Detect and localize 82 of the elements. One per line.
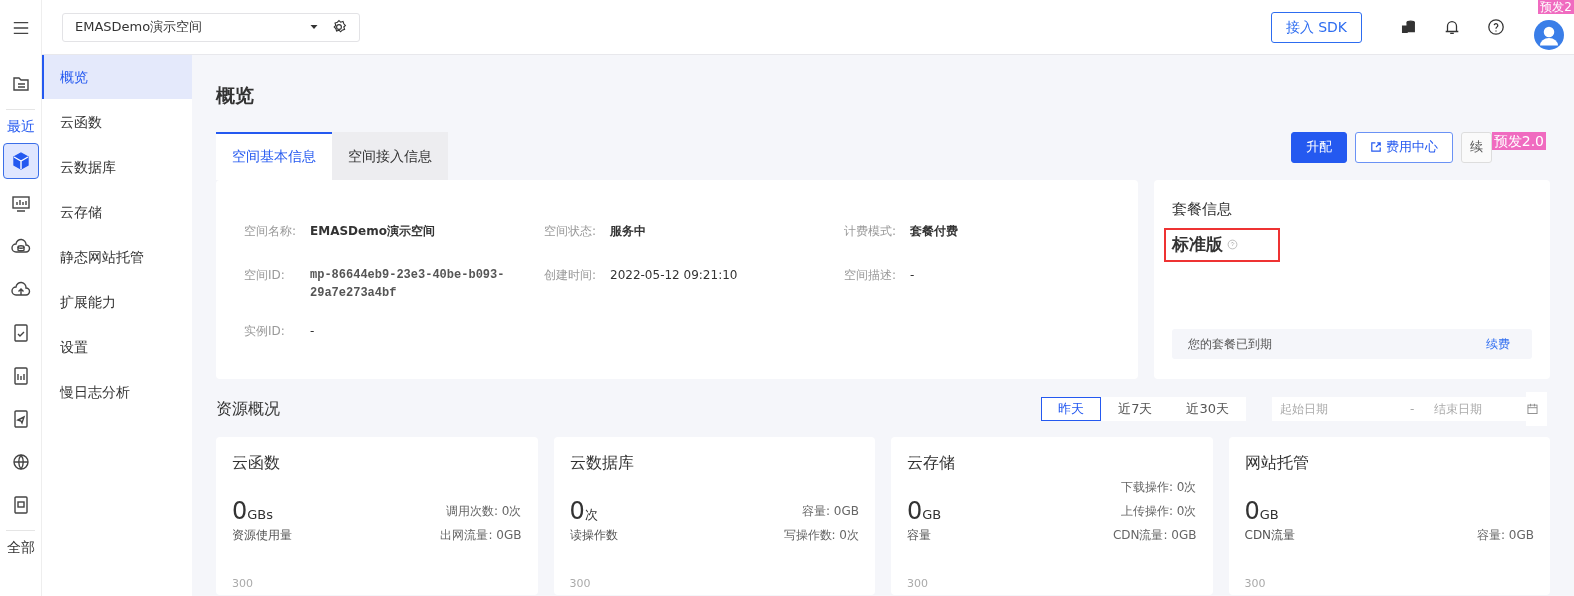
action-button[interactable]: 续 <box>1460 131 1492 163</box>
card-title: 云数据库 <box>569 451 635 474</box>
metric-value: 0GB <box>1244 498 1280 523</box>
settings-icon[interactable] <box>331 19 347 35</box>
range-button[interactable]: 近7天 <box>1101 396 1170 421</box>
field-value: 套餐付费 <box>910 222 959 240</box>
field-value: mp-86644eb9-23e3-40be-b093-29a7e273a4bf <box>310 266 506 302</box>
sidebar-item[interactable]: 云存储 <box>42 190 192 234</box>
renew-link[interactable]: 续费 <box>1486 334 1510 353</box>
sidebar-item[interactable]: 概览 <box>42 55 192 99</box>
cube-icon <box>10 151 31 171</box>
environment-badge: 预发2.0 <box>1491 131 1546 150</box>
metric-value: 0GBs <box>232 498 275 523</box>
field-value: EMASDemo演示空间 <box>310 222 436 240</box>
stat-text: CDN流量: 0GB <box>1112 526 1197 544</box>
tab[interactable]: 空间接入信息 <box>332 131 448 180</box>
page-title: 概览 <box>216 83 255 108</box>
avatar-icon[interactable] <box>1534 20 1564 50</box>
rail-button[interactable] <box>2 143 39 179</box>
axis-label: 300 <box>907 576 928 592</box>
field-label: 空间名称: <box>244 222 298 240</box>
sidebar-item[interactable]: 设置 <box>42 325 192 369</box>
external-link-icon <box>1369 141 1382 153</box>
stat-text: 上传操作: 0次 <box>1120 502 1197 520</box>
action-button[interactable]: 升配 <box>1290 131 1347 163</box>
field-label: 计费模式: <box>844 222 898 240</box>
sidebar-item[interactable]: 云数据库 <box>42 145 192 189</box>
range-button[interactable]: 近30天 <box>1169 396 1246 421</box>
field-label: 空间ID: <box>244 266 286 284</box>
stat-text: 容量: 0GB <box>1476 526 1534 544</box>
start-date-field[interactable]: 起始日期 <box>1272 396 1402 421</box>
rail-label[interactable]: 全部 <box>0 537 41 558</box>
card-title: 云函数 <box>232 451 281 474</box>
list-document-icon <box>10 74 31 94</box>
field-value: 服务中 <box>610 222 647 240</box>
axis-label: 300 <box>232 576 253 592</box>
field-value: - <box>910 266 916 284</box>
environment-badge: 预发2 <box>1538 0 1574 14</box>
tab[interactable]: 空间基本信息 <box>216 131 332 180</box>
rail-label[interactable]: 最近 <box>0 116 41 137</box>
plan-name: 标准版 <box>1172 233 1223 256</box>
metric-value: 0次 <box>569 498 599 523</box>
section-title: 资源概况 <box>216 397 281 420</box>
plan-title: 套餐信息 <box>1172 198 1233 220</box>
metric-value: 0GB <box>907 498 942 523</box>
sidebar-item[interactable]: 静态网站托管 <box>42 235 192 279</box>
monitor-chart-icon <box>10 194 31 214</box>
metric-label: 资源使用量 <box>232 526 292 544</box>
workspace-select[interactable]: EMASDemo演示空间 <box>62 12 360 42</box>
sidebar-item[interactable]: 扩展能力 <box>42 280 192 324</box>
field-label: 空间描述: <box>844 266 898 284</box>
metric-label: 读操作数 <box>569 526 618 544</box>
globe-icon <box>10 452 31 472</box>
range-button[interactable]: 昨天 <box>1041 396 1102 421</box>
axis-label: 300 <box>569 576 591 592</box>
card-title: 网站托管 <box>1244 451 1310 474</box>
sidebar-item[interactable]: 慢日志分析 <box>42 370 192 414</box>
help-icon[interactable] <box>1487 18 1505 36</box>
action-button[interactable]: 费用中心 <box>1354 131 1453 163</box>
metric-label: CDN流量 <box>1244 526 1296 544</box>
stat-text: 容量: 0GB <box>800 502 859 520</box>
field-label: 空间状态: <box>544 222 598 240</box>
stat-text: 下载操作: 0次 <box>1120 478 1197 496</box>
range-separator: - <box>1402 396 1423 421</box>
calendar-icon <box>1526 391 1548 426</box>
card-title: 云存储 <box>907 451 956 474</box>
end-date-field[interactable]: 结束日期 <box>1422 396 1527 421</box>
field-value: - <box>310 322 316 340</box>
bell-icon[interactable] <box>1443 18 1461 36</box>
stat-text: 出网流量: 0GB <box>440 526 522 544</box>
menu-icon[interactable] <box>11 19 30 37</box>
field-label: 实例ID: <box>244 322 286 340</box>
axis-label: 300 <box>1244 576 1266 592</box>
workspace-name: EMASDemo演示空间 <box>75 18 204 37</box>
stat-text: 写操作数: 0次 <box>783 526 859 544</box>
field-label: 创建时间: <box>544 266 598 284</box>
notice-text: 您的套餐已到期 <box>1188 335 1273 353</box>
field-value: 2022-05-12 09:21:10 <box>610 266 739 284</box>
metric-label: 容量 <box>907 526 932 544</box>
sdk-button[interactable]: 接入 SDK <box>1270 11 1362 43</box>
sidebar-item[interactable]: 云函数 <box>42 100 192 144</box>
stat-text: 调用次数: 0次 <box>445 502 522 520</box>
